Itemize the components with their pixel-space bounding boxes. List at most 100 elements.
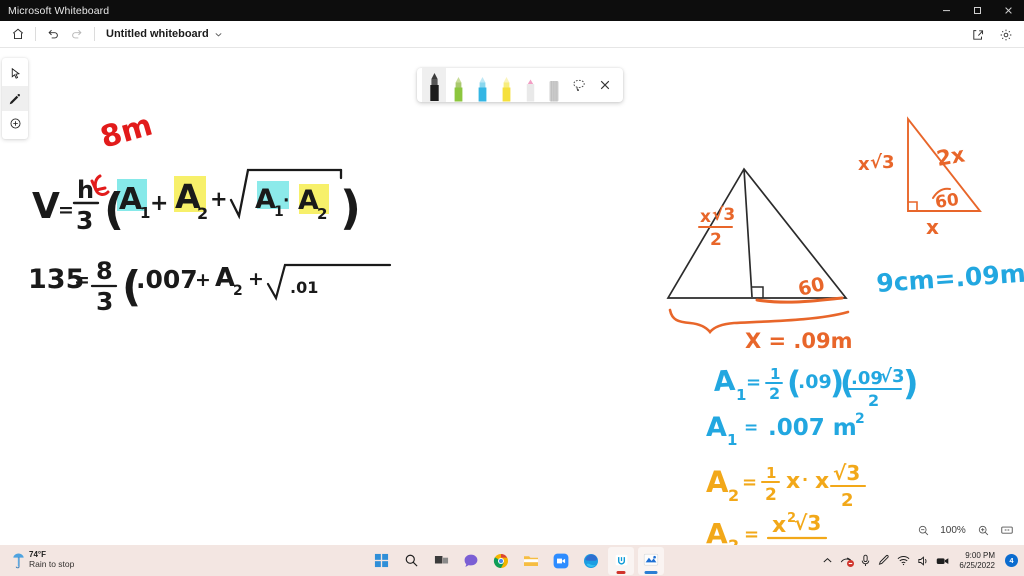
chat-icon[interactable] [458,547,484,575]
home-icon[interactable] [6,23,30,45]
svg-text:2: 2 [841,490,854,511]
left-tool-rail [2,58,28,139]
onenote-taskbar-icon[interactable] [638,546,664,575]
task-view-icon[interactable] [428,547,454,575]
zoom-app-icon[interactable] [548,547,574,575]
clock-time: 9:00 PM [965,550,995,560]
svg-text:2: 2 [765,485,777,505]
svg-text:+: + [210,187,228,211]
ink-red-note: 8m [90,108,157,196]
zoom-in-icon[interactable] [972,519,994,541]
umbrella-icon [13,553,24,569]
svg-text:A: A [706,465,729,499]
clock-date: 6/25/2022 [959,560,995,570]
start-button[interactable] [368,547,394,575]
file-explorer-icon[interactable] [518,547,544,575]
chrome-icon[interactable] [488,547,514,575]
notification-badge[interactable]: 4 [1005,554,1018,567]
chevron-down-icon[interactable] [214,30,223,39]
svg-text:x: x [858,154,870,175]
svg-text:8m: 8m [97,108,157,156]
yellow-highlighter-button[interactable] [494,68,518,102]
svg-text:h: h [77,176,94,204]
close-button[interactable] [993,0,1024,21]
ink-area1-result: A 1 = .007 m 2 [706,411,865,449]
svg-text:9cm=.09m: 9cm=.09m [875,259,1024,298]
ink-area2-line: A 2 = 1 2 x · x √3 2 [706,461,867,511]
pen-toolbar [417,68,623,102]
whiteboard-app-window: Microsoft Whiteboard Untitled whiteboard… [0,0,1024,576]
maximize-button[interactable] [962,0,993,21]
window-controls [931,0,1024,21]
svg-text:8: 8 [96,257,113,285]
svg-text:x: x [772,513,786,538]
svg-text:60: 60 [934,190,960,213]
whiteboard-canvas[interactable]: .hw { font-family: "DejaVu Sans", sans-s… [0,48,1024,545]
edge-icon[interactable] [578,547,604,575]
svg-text:2x: 2x [935,142,967,171]
svg-text:+: + [195,269,211,291]
svg-text:2: 2 [728,536,739,545]
screen-share-icon[interactable] [840,555,855,567]
wifi-icon[interactable] [897,555,910,566]
camera-icon[interactable] [936,556,950,566]
ink-small-triangle: x √3 2x 60 x [858,116,982,239]
svg-text:(: ( [104,184,124,235]
microphone-icon[interactable] [860,554,871,567]
header-divider-2 [94,27,95,41]
eraser-button[interactable] [542,68,566,102]
pink-pen-button[interactable] [518,68,542,102]
ink-big-triangle: x √3 2 60 X = .09m [666,167,853,353]
system-tray: 9:00 PM 6/25/2022 4 [822,545,1018,576]
gear-icon[interactable] [994,24,1018,46]
svg-text:2: 2 [728,486,739,505]
ink-highlights [117,176,329,214]
svg-text:+: + [150,191,168,216]
window-title: Microsoft Whiteboard [8,4,110,17]
share-icon[interactable] [966,24,990,46]
svg-text:1: 1 [770,365,780,383]
redo-icon[interactable] [65,23,89,45]
taskbar-clock[interactable]: 9:00 PM 6/25/2022 [957,551,995,571]
svg-text:A: A [713,364,737,398]
header-divider [35,27,36,41]
svg-text:): ) [830,365,844,401]
select-tool-button[interactable] [2,61,28,86]
lasso-select-icon[interactable] [566,68,592,102]
svg-text:√3: √3 [712,205,735,225]
whiteboard-taskbar-icon[interactable] [608,546,634,575]
volume-icon[interactable] [917,555,929,567]
blue-pen-button[interactable] [470,68,494,102]
green-pen-button[interactable] [446,68,470,102]
svg-text:+: + [248,268,264,290]
black-pen-button[interactable] [422,68,446,102]
svg-text:=: = [746,372,761,393]
ink-formula-line-2: 135 = 8 3 ( .007 + A 2 + .01 [28,257,392,316]
document-title[interactable]: Untitled whiteboard [106,28,209,40]
svg-text:√3: √3 [794,511,821,535]
ink-formula-line-1: V = h 3 ( A 1 + A 2 + A 1 · A 2 ) [32,168,361,235]
pen-menu-icon[interactable] [878,554,890,567]
pen-tool-button[interactable] [2,86,28,111]
close-pen-tray-icon[interactable] [592,68,618,102]
svg-text:√3: √3 [870,152,895,173]
fit-to-screen-icon[interactable] [996,519,1018,541]
taskbar-active-underline [616,571,626,574]
svg-text:1: 1 [736,386,746,404]
svg-text:2: 2 [769,384,780,403]
window-titlebar: Microsoft Whiteboard [0,0,1024,21]
svg-text:2: 2 [710,230,722,250]
svg-text:A: A [175,177,201,216]
minimize-button[interactable] [931,0,962,21]
svg-text:2: 2 [233,283,243,299]
search-icon[interactable] [398,547,424,575]
svg-text:3: 3 [76,206,93,235]
zoom-out-icon[interactable] [912,519,934,541]
weather-widget[interactable]: 74°F Rain to stop [0,551,170,570]
insert-tool-button[interactable] [2,111,28,136]
show-hidden-icons-chevron[interactable] [822,555,833,566]
undo-icon[interactable] [41,23,65,45]
weather-condition: Rain to stop [29,559,75,570]
svg-text:A: A [706,412,727,443]
ink-area2-result: A 2 = x 2 √3 4 [706,511,828,545]
